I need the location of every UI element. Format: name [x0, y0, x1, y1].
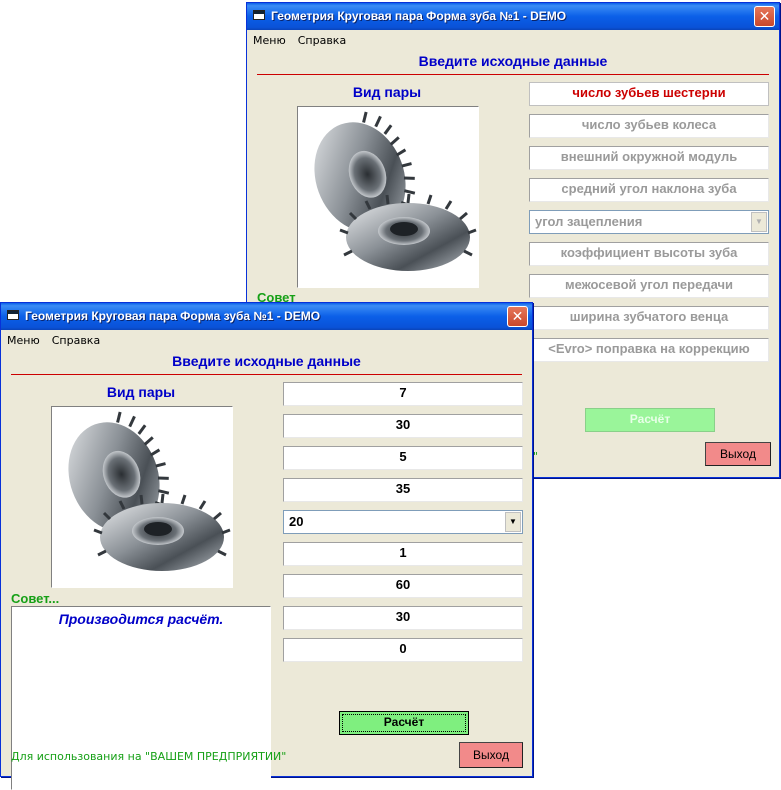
field-addendum-coef[interactable]: 1 — [283, 542, 523, 566]
menu-item-help[interactable]: Справка — [292, 30, 352, 47]
back-exit-label: Выход — [720, 447, 756, 461]
calc-label: Расчёт — [342, 714, 466, 732]
menu-item-menu[interactable]: Меню — [247, 30, 292, 47]
window-app-icon[interactable] — [7, 310, 19, 320]
chevron-down-icon[interactable]: ▼ — [751, 212, 767, 232]
field-helix-angle[interactable]: 35 — [283, 478, 523, 502]
select-pressure-angle[interactable]: 20 ▼ — [283, 510, 523, 534]
back-field-shaft-angle[interactable]: межосевой угол передачи — [529, 274, 769, 298]
back-pair-label: Вид пары — [352, 84, 422, 100]
pressure-angle-value: 20 — [289, 514, 304, 529]
window-app-icon[interactable] — [253, 10, 265, 20]
menu-item-help[interactable]: Справка — [46, 330, 106, 347]
field-correction[interactable]: 0 — [283, 638, 523, 662]
front-divider — [11, 374, 522, 375]
front-title-bar[interactable]: Геометрия Круговая пара Форма зуба №1 - … — [1, 303, 532, 330]
field-face-width[interactable]: 30 — [283, 606, 523, 630]
back-field-wheel-teeth[interactable]: число зубьев колеса — [529, 114, 769, 138]
back-window-title: Геометрия Круговая пара Форма зуба №1 - … — [271, 9, 567, 23]
chevron-down-icon[interactable]: ▼ — [505, 512, 521, 532]
back-calc-button[interactable]: Расчёт — [585, 408, 715, 432]
back-calc-label: Расчёт — [629, 412, 671, 426]
exit-button[interactable]: Выход — [459, 742, 523, 768]
back-field-addendum-coef[interactable]: коэффициент высоты зуба — [529, 242, 769, 266]
close-icon[interactable]: ✕ — [754, 6, 775, 27]
front-menubar: Меню Справка — [1, 330, 532, 350]
close-icon[interactable]: ✕ — [507, 306, 528, 327]
back-pressure-angle-label: угол зацепления — [535, 214, 643, 229]
back-field-helix-angle[interactable]: средний угол наклона зуба — [529, 178, 769, 202]
exit-label: Выход — [473, 748, 509, 762]
back-exit-button[interactable]: Выход — [705, 442, 771, 466]
advice-text: Производится расчёт. — [58, 611, 224, 627]
back-title-bar[interactable]: Геометрия Круговая пара Форма зуба №1 - … — [247, 3, 779, 30]
back-field-correction[interactable]: <Evro> поправка на коррекцию — [529, 338, 769, 362]
back-footer-fragment: " — [533, 450, 539, 463]
front-client-area: Введите исходные данные Вид пары 7 30 5 … — [1, 350, 532, 790]
back-heading: Введите исходные данные — [418, 53, 608, 69]
front-heading: Введите исходные данные — [172, 353, 361, 369]
back-field-face-width[interactable]: ширина зубчатого венца — [529, 306, 769, 330]
back-field-pinion-teeth[interactable]: число зубьев шестерни — [529, 82, 769, 106]
front-window-title: Геометрия Круговая пара Форма зуба №1 - … — [25, 309, 321, 323]
back-field-module[interactable]: внешний окружной модуль — [529, 146, 769, 170]
menu-item-menu[interactable]: Меню — [1, 330, 46, 347]
field-pinion-teeth[interactable]: 7 — [283, 382, 523, 406]
front-window: Геометрия Круговая пара Форма зуба №1 - … — [0, 302, 533, 790]
sovet-label: Совет... — [11, 591, 60, 606]
field-wheel-teeth[interactable]: 30 — [283, 414, 523, 438]
back-field-pressure-angle[interactable]: угол зацепления ▼ — [529, 210, 769, 234]
back-divider — [257, 74, 769, 75]
field-shaft-angle[interactable]: 60 — [283, 574, 523, 598]
back-menubar: Меню Справка — [247, 30, 779, 50]
footer-text: Для использования на "ВАШЕМ ПРЕДПРИЯТИИ" — [11, 750, 287, 763]
field-module[interactable]: 5 — [283, 446, 523, 470]
back-gear-image — [297, 106, 479, 288]
calc-button[interactable]: Расчёт — [339, 711, 469, 735]
front-gear-image — [51, 406, 233, 588]
front-pair-label: Вид пары — [106, 384, 176, 400]
